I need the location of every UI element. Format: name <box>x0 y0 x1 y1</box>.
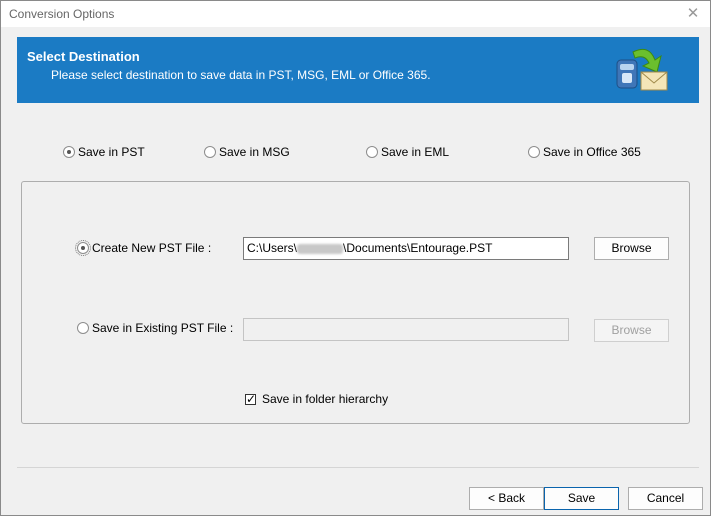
radio-button[interactable] <box>366 146 378 158</box>
radio-button[interactable] <box>75 240 91 256</box>
radio-label: Save in PST <box>78 145 145 159</box>
radio-button[interactable] <box>528 146 540 158</box>
existing-pst-label: Save in Existing PST File : <box>92 321 234 335</box>
radio-label: Save in MSG <box>219 145 290 159</box>
path-suffix: \Documents\Entourage.PST <box>343 241 493 255</box>
radio-label: Save in Office 365 <box>543 145 641 159</box>
save-button[interactable]: Save <box>544 487 619 510</box>
banner-title: Select Destination <box>27 49 140 64</box>
path-prefix: C:\Users\ <box>247 241 298 255</box>
mail-conversion-icon <box>616 48 668 91</box>
create-new-pst-label: Create New PST File : <box>92 241 212 255</box>
radio-save-msg[interactable]: Save in MSG <box>204 143 290 161</box>
cancel-button[interactable]: Cancel <box>628 487 703 510</box>
pst-options-group <box>21 181 690 424</box>
conversion-options-dialog: Conversion Options ✕ Select Destination … <box>0 0 711 516</box>
folder-hierarchy-label: Save in folder hierarchy <box>262 392 389 406</box>
title-bar: Conversion Options ✕ <box>1 1 710 27</box>
close-icon[interactable]: ✕ <box>682 4 704 24</box>
existing-pst-path-input[interactable] <box>243 318 569 341</box>
footer-divider <box>17 467 699 468</box>
folder-hierarchy-checkbox-row[interactable]: Save in folder hierarchy <box>245 390 388 408</box>
window-title: Conversion Options <box>9 7 115 21</box>
radio-create-new-pst[interactable]: Create New PST File : <box>75 239 212 257</box>
back-button[interactable]: < Back <box>469 487 544 510</box>
new-pst-path-input[interactable]: C:\Users\ \Documents\Entourage.PST <box>243 237 569 260</box>
banner-subtitle: Please select destination to save data i… <box>51 68 431 82</box>
radio-existing-pst[interactable]: Save in Existing PST File : <box>77 319 233 337</box>
radio-button[interactable] <box>77 322 89 334</box>
radio-button[interactable] <box>204 146 216 158</box>
browse-existing-pst-button[interactable]: Browse <box>594 319 669 342</box>
browse-new-pst-button[interactable]: Browse <box>594 237 669 260</box>
radio-button[interactable] <box>63 146 75 158</box>
folder-hierarchy-checkbox[interactable] <box>245 392 256 406</box>
redacted-username <box>297 243 344 254</box>
header-banner: Select Destination Please select destina… <box>17 37 699 103</box>
radio-save-pst[interactable]: Save in PST <box>63 143 145 161</box>
radio-label: Save in EML <box>381 145 450 159</box>
radio-save-office365[interactable]: Save in Office 365 <box>528 143 641 161</box>
radio-save-eml[interactable]: Save in EML <box>366 143 449 161</box>
